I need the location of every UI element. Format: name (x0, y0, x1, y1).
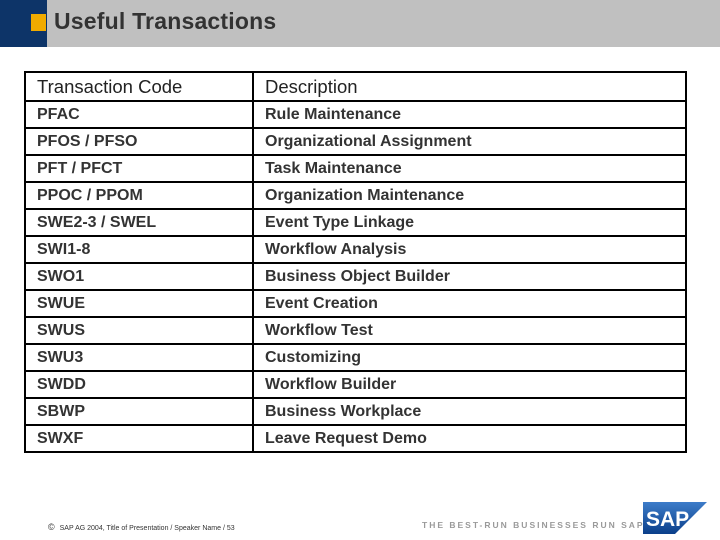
transaction-code-cell: SWDD (24, 370, 254, 399)
description-cell: Business Workplace (252, 397, 687, 426)
transaction-code-cell: PPOC / PPOM (24, 181, 254, 210)
table-row: PPOC / PPOM Organization Maintenance (24, 181, 687, 210)
transaction-code-cell: PFOS / PFSO (24, 127, 254, 156)
table-row: SWO1 Business Object Builder (24, 262, 687, 291)
column-header-description: Description (252, 71, 687, 102)
description-cell: Workflow Analysis (252, 235, 687, 264)
page-title: Useful Transactions (54, 8, 277, 34)
description-cell: Business Object Builder (252, 262, 687, 291)
transaction-code-cell: SWO1 (24, 262, 254, 291)
description-cell: Leave Request Demo (252, 424, 687, 453)
transaction-code-cell: SWUE (24, 289, 254, 318)
table-row: SWDD Workflow Builder (24, 370, 687, 399)
transaction-code-cell: SWI1-8 (24, 235, 254, 264)
header-gold-square (31, 14, 46, 31)
copyright-text: SAP AG 2004, Title of Presentation / Spe… (59, 525, 235, 532)
description-cell: Workflow Builder (252, 370, 687, 399)
description-cell: Event Creation (252, 289, 687, 318)
transaction-code-cell: SWU3 (24, 343, 254, 372)
sap-logo-text: SAP (646, 508, 689, 531)
sap-logo-icon: SAP (643, 502, 707, 534)
table-row: SWXF Leave Request Demo (24, 424, 687, 453)
copyright-icon: © (48, 522, 55, 532)
table-row: PFOS / PFSO Organizational Assignment (24, 127, 687, 156)
transaction-code-cell: PFT / PFCT (24, 154, 254, 183)
transaction-code-cell: PFAC (24, 100, 254, 129)
transaction-code-cell: SWUS (24, 316, 254, 345)
table-row: SBWP Business Workplace (24, 397, 687, 426)
footer-tagline: THE BEST-RUN BUSINESSES RUN SAP (422, 520, 645, 530)
table-row: SWU3 Customizing (24, 343, 687, 372)
description-cell: Organizational Assignment (252, 127, 687, 156)
table-row: PFAC Rule Maintenance (24, 100, 687, 129)
transactions-table: Transaction Code Description PFAC Rule Ma… (24, 71, 687, 453)
transaction-code-cell: SWE2-3 / SWEL (24, 208, 254, 237)
description-cell: Event Type Linkage (252, 208, 687, 237)
transaction-code-cell: SWXF (24, 424, 254, 453)
column-header-code: Transaction Code (24, 71, 254, 102)
footer-copyright: © SAP AG 2004, Title of Presentation / Sp… (48, 522, 235, 532)
table-header-row: Transaction Code Description (24, 71, 687, 102)
description-cell: Customizing (252, 343, 687, 372)
description-cell: Task Maintenance (252, 154, 687, 183)
description-cell: Workflow Test (252, 316, 687, 345)
table-row: SWI1-8 Workflow Analysis (24, 235, 687, 264)
table-row: SWUS Workflow Test (24, 316, 687, 345)
description-cell: Rule Maintenance (252, 100, 687, 129)
description-cell: Organization Maintenance (252, 181, 687, 210)
transaction-code-cell: SBWP (24, 397, 254, 426)
table-row: SWE2-3 / SWEL Event Type Linkage (24, 208, 687, 237)
table-row: SWUE Event Creation (24, 289, 687, 318)
table-row: PFT / PFCT Task Maintenance (24, 154, 687, 183)
